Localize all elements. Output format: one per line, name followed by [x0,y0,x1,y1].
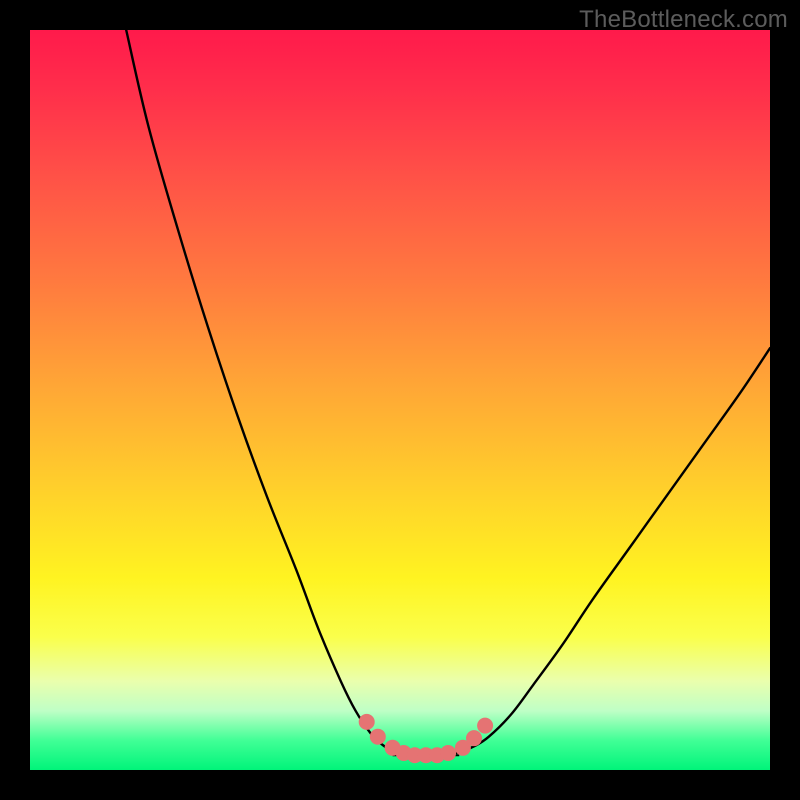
watermark-text: TheBottleneck.com [579,6,788,34]
valley-marker [370,729,386,745]
valley-marker [477,718,493,734]
valley-markers [359,714,493,763]
curve-right [444,348,770,755]
chart-svg [30,30,770,770]
plot-area [30,30,770,770]
chart-frame: TheBottleneck.com [0,0,800,800]
valley-marker [440,745,456,761]
valley-marker [359,714,375,730]
valley-marker [466,730,482,746]
curve-left [126,30,459,755]
